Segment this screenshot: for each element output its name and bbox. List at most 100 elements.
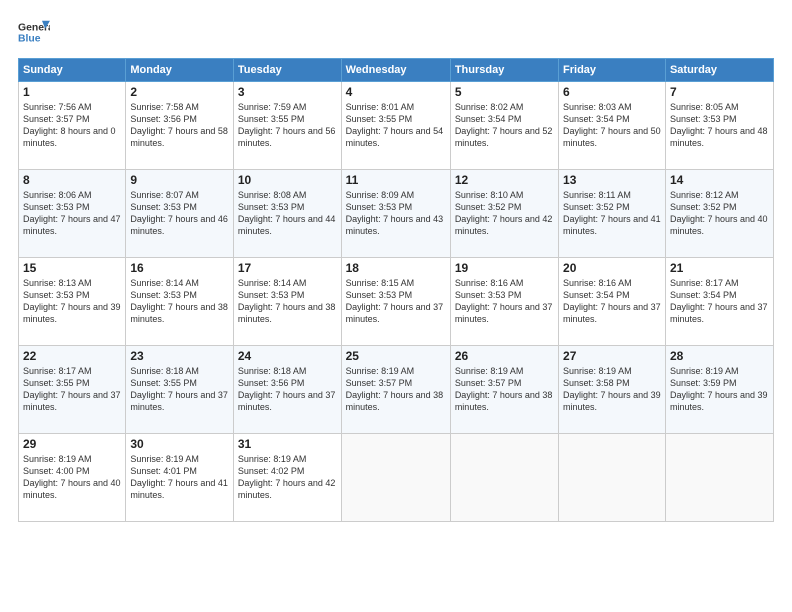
calendar-page: General Blue SundayMondayTuesdayWednesda…: [0, 0, 792, 612]
day-number: 21: [670, 261, 769, 275]
day-number: 23: [130, 349, 229, 363]
day-number: 13: [563, 173, 661, 187]
day-number: 6: [563, 85, 661, 99]
calendar-day-cell: 5 Sunrise: 8:02 AMSunset: 3:54 PMDaylight…: [450, 82, 558, 170]
day-number: 28: [670, 349, 769, 363]
day-info: Sunrise: 8:19 AMSunset: 3:57 PMDaylight:…: [346, 365, 446, 414]
day-number: 27: [563, 349, 661, 363]
day-info: Sunrise: 7:59 AMSunset: 3:55 PMDaylight:…: [238, 101, 337, 150]
day-info: Sunrise: 8:19 AMSunset: 4:01 PMDaylight:…: [130, 453, 229, 502]
calendar-day-cell: 16 Sunrise: 8:14 AMSunset: 3:53 PMDayligh…: [126, 258, 234, 346]
calendar-day-cell: 25 Sunrise: 8:19 AMSunset: 3:57 PMDayligh…: [341, 346, 450, 434]
day-info: Sunrise: 8:19 AMSunset: 3:59 PMDaylight:…: [670, 365, 769, 414]
day-info: Sunrise: 8:17 AMSunset: 3:54 PMDaylight:…: [670, 277, 769, 326]
calendar-day-cell: 28 Sunrise: 8:19 AMSunset: 3:59 PMDayligh…: [665, 346, 773, 434]
day-info: Sunrise: 8:14 AMSunset: 3:53 PMDaylight:…: [238, 277, 337, 326]
calendar-day-cell: 6Sunrise: 8:03 AMSunset: 3:54 PMDaylight…: [559, 82, 666, 170]
day-header-tuesday: Tuesday: [233, 59, 341, 82]
logo-icon: General Blue: [18, 16, 50, 48]
calendar-day-cell: 1 Sunrise: 7:56 AMSunset: 3:57 PMDaylight…: [19, 82, 126, 170]
day-number: 2: [130, 85, 229, 99]
day-info: Sunrise: 8:18 AMSunset: 3:55 PMDaylight:…: [130, 365, 229, 414]
day-number: 4: [346, 85, 446, 99]
calendar-day-cell: 24 Sunrise: 8:18 AMSunset: 3:56 PMDayligh…: [233, 346, 341, 434]
calendar-day-cell: 22Sunrise: 8:17 AMSunset: 3:55 PMDayligh…: [19, 346, 126, 434]
day-info: Sunrise: 7:56 AMSunset: 3:57 PMDaylight:…: [23, 101, 121, 150]
calendar-day-cell: 12Sunrise: 8:10 AMSunset: 3:52 PMDayligh…: [450, 170, 558, 258]
day-header-thursday: Thursday: [450, 59, 558, 82]
day-info: Sunrise: 8:13 AMSunset: 3:53 PMDaylight:…: [23, 277, 121, 326]
calendar-week-row: 29Sunrise: 8:19 AMSunset: 4:00 PMDayligh…: [19, 434, 774, 522]
day-number: 19: [455, 261, 554, 275]
calendar-week-row: 15 Sunrise: 8:13 AMSunset: 3:53 PMDayligh…: [19, 258, 774, 346]
calendar-day-cell: 9Sunrise: 8:07 AMSunset: 3:53 PMDaylight…: [126, 170, 234, 258]
day-number: 24: [238, 349, 337, 363]
svg-text:Blue: Blue: [18, 34, 41, 45]
day-info: Sunrise: 8:09 AMSunset: 3:53 PMDaylight:…: [346, 189, 446, 238]
day-number: 29: [23, 437, 121, 451]
empty-cell: [450, 434, 558, 522]
calendar-day-cell: 3 Sunrise: 7:59 AMSunset: 3:55 PMDaylight…: [233, 82, 341, 170]
day-header-friday: Friday: [559, 59, 666, 82]
calendar-day-cell: 11 Sunrise: 8:09 AMSunset: 3:53 PMDayligh…: [341, 170, 450, 258]
calendar-week-row: 8 Sunrise: 8:06 AMSunset: 3:53 PMDaylight…: [19, 170, 774, 258]
calendar-day-cell: 26 Sunrise: 8:19 AMSunset: 3:57 PMDayligh…: [450, 346, 558, 434]
day-number: 22: [23, 349, 121, 363]
day-number: 9: [130, 173, 229, 187]
day-info: Sunrise: 8:12 AMSunset: 3:52 PMDaylight:…: [670, 189, 769, 238]
day-info: Sunrise: 8:18 AMSunset: 3:56 PMDaylight:…: [238, 365, 337, 414]
day-info: Sunrise: 8:14 AMSunset: 3:53 PMDaylight:…: [130, 277, 229, 326]
day-number: 7: [670, 85, 769, 99]
calendar-day-cell: 31 Sunrise: 8:19 AMSunset: 4:02 PMDayligh…: [233, 434, 341, 522]
calendar-body: 1 Sunrise: 7:56 AMSunset: 3:57 PMDaylight…: [19, 82, 774, 522]
day-number: 30: [130, 437, 229, 451]
day-number: 14: [670, 173, 769, 187]
day-info: Sunrise: 8:19 AMSunset: 3:58 PMDaylight:…: [563, 365, 661, 414]
empty-cell: [559, 434, 666, 522]
calendar-day-cell: 23 Sunrise: 8:18 AMSunset: 3:55 PMDayligh…: [126, 346, 234, 434]
day-number: 18: [346, 261, 446, 275]
calendar-day-cell: 14 Sunrise: 8:12 AMSunset: 3:52 PMDayligh…: [665, 170, 773, 258]
empty-cell: [665, 434, 773, 522]
calendar-day-cell: 17 Sunrise: 8:14 AMSunset: 3:53 PMDayligh…: [233, 258, 341, 346]
logo: General Blue: [18, 16, 50, 48]
day-number: 31: [238, 437, 337, 451]
day-info: Sunrise: 8:16 AMSunset: 3:54 PMDaylight:…: [563, 277, 661, 326]
day-number: 11: [346, 173, 446, 187]
calendar-day-cell: 15 Sunrise: 8:13 AMSunset: 3:53 PMDayligh…: [19, 258, 126, 346]
day-number: 16: [130, 261, 229, 275]
calendar-day-cell: 2Sunrise: 7:58 AMSunset: 3:56 PMDaylight…: [126, 82, 234, 170]
calendar-day-cell: 30 Sunrise: 8:19 AMSunset: 4:01 PMDayligh…: [126, 434, 234, 522]
calendar-day-cell: 27 Sunrise: 8:19 AMSunset: 3:58 PMDayligh…: [559, 346, 666, 434]
day-header-monday: Monday: [126, 59, 234, 82]
calendar-day-cell: 4 Sunrise: 8:01 AMSunset: 3:55 PMDaylight…: [341, 82, 450, 170]
calendar-day-cell: 29Sunrise: 8:19 AMSunset: 4:00 PMDayligh…: [19, 434, 126, 522]
day-info: Sunrise: 8:02 AMSunset: 3:54 PMDaylight:…: [455, 101, 554, 150]
day-number: 26: [455, 349, 554, 363]
day-number: 3: [238, 85, 337, 99]
day-number: 17: [238, 261, 337, 275]
calendar-day-cell: 20 Sunrise: 8:16 AMSunset: 3:54 PMDayligh…: [559, 258, 666, 346]
day-info: Sunrise: 8:16 AMSunset: 3:53 PMDaylight:…: [455, 277, 554, 326]
calendar-day-cell: 13 Sunrise: 8:11 AMSunset: 3:52 PMDayligh…: [559, 170, 666, 258]
calendar-day-cell: 19 Sunrise: 8:16 AMSunset: 3:53 PMDayligh…: [450, 258, 558, 346]
day-number: 20: [563, 261, 661, 275]
calendar-week-row: 1 Sunrise: 7:56 AMSunset: 3:57 PMDaylight…: [19, 82, 774, 170]
day-number: 10: [238, 173, 337, 187]
day-header-sunday: Sunday: [19, 59, 126, 82]
day-info: Sunrise: 8:11 AMSunset: 3:52 PMDaylight:…: [563, 189, 661, 238]
day-info: Sunrise: 8:19 AMSunset: 3:57 PMDaylight:…: [455, 365, 554, 414]
day-info: Sunrise: 8:06 AMSunset: 3:53 PMDaylight:…: [23, 189, 121, 238]
day-number: 25: [346, 349, 446, 363]
day-number: 1: [23, 85, 121, 99]
header: General Blue: [18, 16, 774, 48]
day-number: 8: [23, 173, 121, 187]
day-number: 12: [455, 173, 554, 187]
calendar-day-cell: 8 Sunrise: 8:06 AMSunset: 3:53 PMDaylight…: [19, 170, 126, 258]
day-info: Sunrise: 8:08 AMSunset: 3:53 PMDaylight:…: [238, 189, 337, 238]
day-number: 5: [455, 85, 554, 99]
day-info: Sunrise: 8:01 AMSunset: 3:55 PMDaylight:…: [346, 101, 446, 150]
calendar-week-row: 22Sunrise: 8:17 AMSunset: 3:55 PMDayligh…: [19, 346, 774, 434]
day-number: 15: [23, 261, 121, 275]
day-info: Sunrise: 8:19 AMSunset: 4:02 PMDaylight:…: [238, 453, 337, 502]
